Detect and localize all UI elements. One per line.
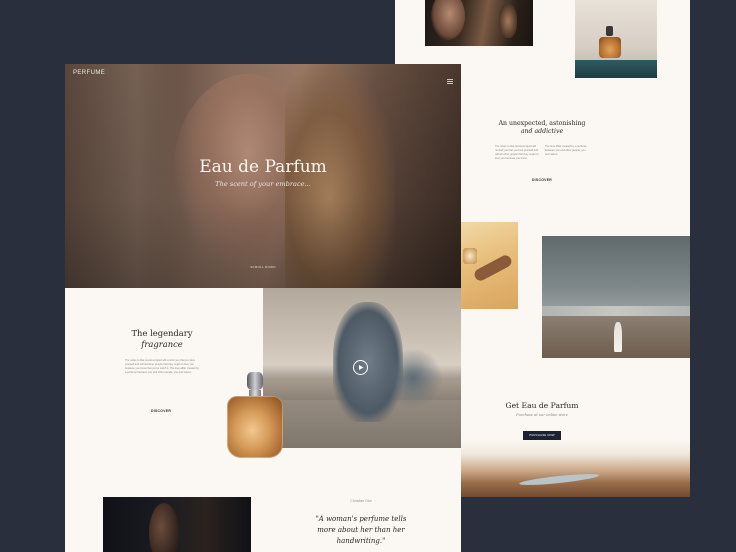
legendary-discover-link[interactable]: DISCOVER xyxy=(151,409,175,413)
photo-bottle-glass xyxy=(575,0,657,78)
legendary-title: The legendary xyxy=(131,328,193,338)
photo-hand-perfume xyxy=(461,222,518,309)
photo-face-dark xyxy=(103,497,251,552)
get-subtitle: Purchase at our online store xyxy=(516,413,568,417)
quote-text-line1: "A woman's perfume tells xyxy=(315,515,407,523)
purchase-button[interactable]: PURCHASE NOW xyxy=(523,431,561,440)
quote-text-line3: handwriting." xyxy=(336,537,386,545)
perfume-bottle-image xyxy=(225,370,285,460)
play-icon[interactable] xyxy=(353,360,368,375)
unexpected-col2: The love affair created by a perfume bet… xyxy=(545,145,587,157)
hero-title: Eau de Parfum xyxy=(199,157,327,177)
quote-text-line2: more about her than her xyxy=(317,526,405,534)
hero-subtitle: The scent of your embrace... xyxy=(215,180,311,188)
brand-logo[interactable]: PERFUME xyxy=(73,70,105,76)
menu-icon[interactable] xyxy=(447,71,453,84)
legendary-body: The notes in that precious liquid will r… xyxy=(125,359,199,375)
unexpected-title: An unexpected, astonishing xyxy=(498,120,586,127)
main-page-mockup: PERFUME Eau de Parfum The scent of your … xyxy=(65,64,461,552)
unexpected-col1: The notes in that precious liquid will r… xyxy=(495,145,539,161)
scroll-down-label[interactable]: SCROLL DOWN xyxy=(235,265,291,269)
get-title: Get Eau de Parfum xyxy=(505,401,579,410)
photo-woman-perfume xyxy=(425,0,533,46)
unexpected-discover-link[interactable]: DISCOVER xyxy=(495,178,589,182)
hero-section: PERFUME Eau de Parfum The scent of your … xyxy=(65,64,461,288)
quote-author: Christian Dior xyxy=(350,499,372,503)
unexpected-title-italic: and addictive xyxy=(520,128,564,135)
photo-woman-windblown xyxy=(263,288,461,448)
photo-valley-landscape xyxy=(461,440,690,497)
legendary-title-italic: fragrance xyxy=(141,338,183,349)
photo-woman-landscape xyxy=(542,236,690,358)
